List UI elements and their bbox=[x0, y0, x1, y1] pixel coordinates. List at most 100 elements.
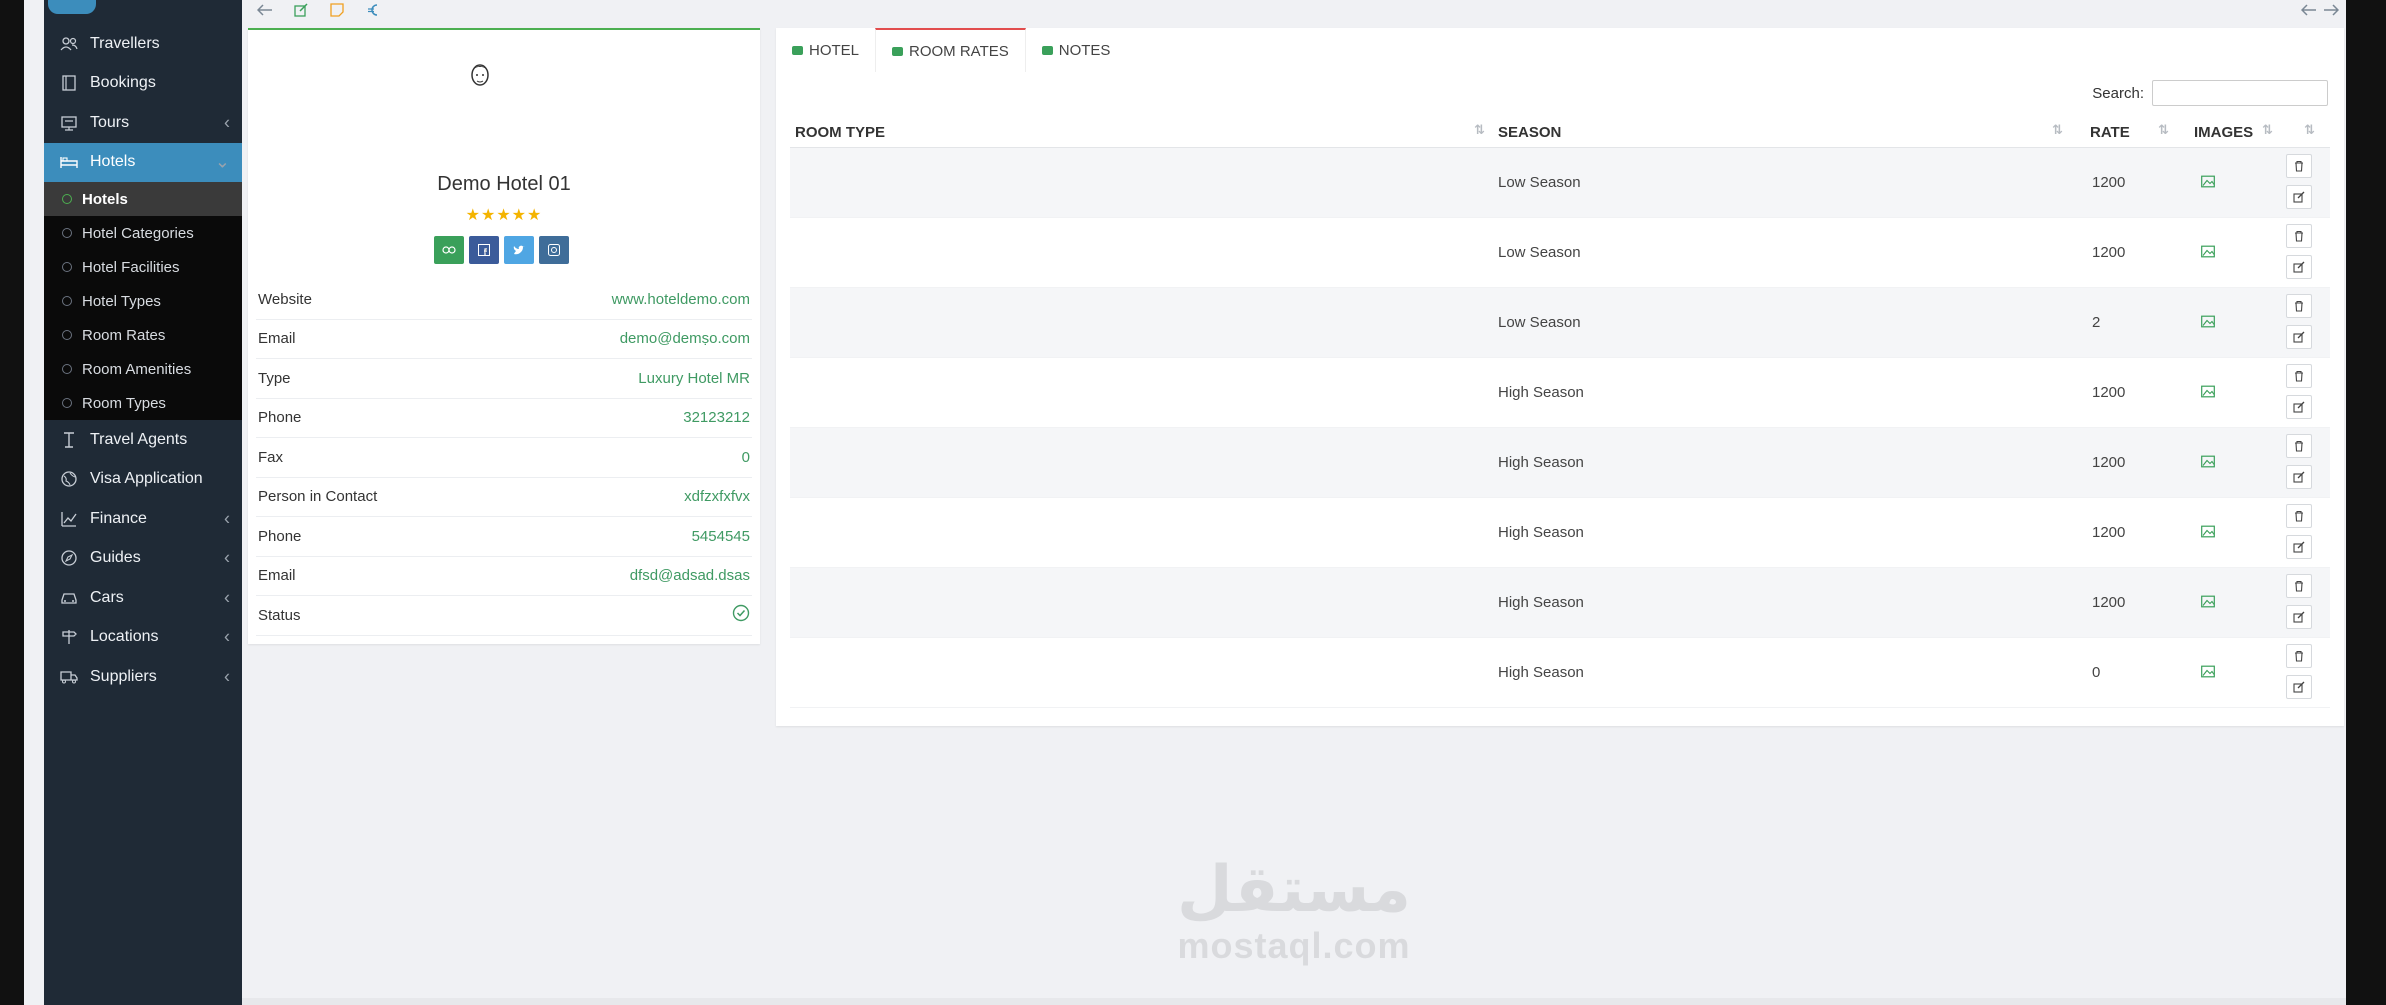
image-icon[interactable] bbox=[2201, 174, 2215, 191]
tripadvisor-icon[interactable] bbox=[434, 236, 464, 264]
sidebar-item-visa-application[interactable]: Visa Application bbox=[44, 460, 242, 500]
submenu-item-label: Hotel Categories bbox=[82, 224, 194, 242]
book-icon bbox=[58, 74, 80, 92]
sort-icon[interactable]: ⇅ bbox=[2262, 122, 2273, 138]
detail-value[interactable]: dfsd@adsad.dsas bbox=[630, 567, 750, 584]
delete-button[interactable] bbox=[2286, 574, 2312, 598]
submenu-item-room-amenities[interactable]: Room Amenities bbox=[44, 352, 242, 386]
tab-notes[interactable]: NOTES bbox=[1026, 28, 1127, 72]
chevron-left-icon: ‹ bbox=[224, 626, 230, 647]
edit-button[interactable] bbox=[2286, 605, 2312, 629]
submenu-item-hotel-categories[interactable]: Hotel Categories bbox=[44, 216, 242, 250]
prev-arrow-icon[interactable] bbox=[2298, 0, 2320, 20]
instagram-icon[interactable] bbox=[539, 236, 569, 264]
table-row: High Season 1200 bbox=[790, 568, 2330, 638]
sidebar-item-locations[interactable]: Locations ‹ bbox=[44, 618, 242, 658]
sort-icon[interactable]: ⇅ bbox=[2158, 122, 2169, 138]
sidebar-item-suppliers[interactable]: Suppliers ‹ bbox=[44, 657, 242, 697]
detail-row: Person in Contact xdfzxfxfvx bbox=[256, 478, 752, 517]
edit-button[interactable] bbox=[2286, 325, 2312, 349]
submenu-item-hotels[interactable]: Hotels bbox=[44, 182, 242, 216]
back-arrow-icon[interactable] bbox=[254, 0, 276, 20]
signpost-icon bbox=[58, 628, 80, 646]
edit-button[interactable] bbox=[2286, 675, 2312, 699]
sidebar-item-bookings[interactable]: Bookings bbox=[44, 64, 242, 104]
euro-icon[interactable] bbox=[362, 0, 384, 20]
detail-value: 32123212 bbox=[683, 409, 750, 427]
submenu-item-label: Room Rates bbox=[82, 326, 166, 344]
hotels-submenu: Hotels Hotel Categories Hotel Facilities Ho… bbox=[44, 182, 242, 420]
sort-icon[interactable]: ⇅ bbox=[2052, 122, 2063, 138]
edit-button[interactable] bbox=[2286, 395, 2312, 419]
detail-key: Fax bbox=[258, 448, 284, 466]
delete-button[interactable] bbox=[2286, 294, 2312, 318]
edit-button[interactable] bbox=[2286, 535, 2312, 559]
submenu-item-hotel-types[interactable]: Hotel Types bbox=[44, 284, 242, 318]
edit-button[interactable] bbox=[2286, 465, 2312, 489]
sidebar-item-travel-agents[interactable]: Travel Agents bbox=[44, 420, 242, 460]
detail-row: Status bbox=[256, 596, 752, 636]
image-icon[interactable] bbox=[2201, 244, 2215, 261]
edit-icon[interactable] bbox=[290, 0, 312, 20]
detail-value[interactable]: www.hoteldemo.com bbox=[612, 291, 750, 308]
delete-button[interactable] bbox=[2286, 154, 2312, 178]
search-label: Search: bbox=[2092, 84, 2144, 102]
note-icon[interactable] bbox=[326, 0, 348, 20]
edit-button[interactable] bbox=[2286, 255, 2312, 279]
next-arrow-icon[interactable] bbox=[2320, 0, 2342, 20]
sidebar-item-label: Cars bbox=[90, 588, 124, 606]
col-rate[interactable]: RATE bbox=[2090, 118, 2130, 147]
twitter-icon[interactable] bbox=[504, 236, 534, 264]
chevron-left-icon: ‹ bbox=[224, 508, 230, 529]
sidebar-item-cars[interactable]: Cars ‹ bbox=[44, 578, 242, 618]
sidebar-item-travellers[interactable]: Travellers bbox=[44, 24, 242, 64]
detail-key: Website bbox=[258, 290, 312, 308]
submenu-item-room-rates[interactable]: Room Rates bbox=[44, 318, 242, 352]
circle-icon bbox=[62, 364, 72, 374]
search-input[interactable] bbox=[2152, 80, 2328, 106]
edit-icon bbox=[2293, 261, 2305, 273]
image-icon[interactable] bbox=[2201, 314, 2215, 331]
truck-icon bbox=[58, 668, 80, 686]
circle-icon bbox=[62, 194, 72, 204]
image-icon[interactable] bbox=[2201, 664, 2215, 681]
cell-season: Low Season bbox=[1498, 314, 1581, 331]
delete-button[interactable] bbox=[2286, 504, 2312, 528]
delete-button[interactable] bbox=[2286, 644, 2312, 668]
sidebar-item-label: Visa Application bbox=[90, 470, 203, 488]
detail-value: 5454545 bbox=[691, 527, 750, 545]
image-icon[interactable] bbox=[2201, 454, 2215, 471]
sidebar-item-guides[interactable]: Guides ‹ bbox=[44, 539, 242, 579]
delete-button[interactable] bbox=[2286, 224, 2312, 248]
room-rates-card: HOTEL ROOM RATES NOTES Search: ROOM TYPE ⇅… bbox=[776, 28, 2344, 726]
sidebar-item-finance[interactable]: Finance ‹ bbox=[44, 499, 242, 539]
col-season[interactable]: SEASON bbox=[1498, 118, 1561, 147]
tab-room-rates[interactable]: ROOM RATES bbox=[875, 28, 1026, 72]
compass-icon bbox=[58, 549, 80, 567]
detail-value[interactable]: demo@demṣo.com bbox=[620, 330, 750, 347]
sidebar-item-tours[interactable]: Tours ‹ bbox=[44, 103, 242, 143]
detail-key: Email bbox=[258, 330, 296, 348]
delete-button[interactable] bbox=[2286, 364, 2312, 388]
map-board-icon bbox=[58, 114, 80, 132]
detail-row: Type Luxury Hotel MR bbox=[256, 359, 752, 399]
sort-icon[interactable]: ⇅ bbox=[2304, 122, 2315, 138]
image-icon[interactable] bbox=[2201, 524, 2215, 541]
sidebar-item-hotels[interactable]: Hotels ⌄ bbox=[44, 142, 242, 182]
image-icon[interactable] bbox=[2201, 384, 2215, 401]
delete-button[interactable] bbox=[2286, 434, 2312, 458]
submenu-item-hotel-facilities[interactable]: Hotel Facilities bbox=[44, 250, 242, 284]
submenu-item-room-types[interactable]: Room Types bbox=[44, 386, 242, 420]
facebook-icon[interactable] bbox=[469, 236, 499, 264]
rates-table: ROOM TYPE ⇅ SEASON ⇅ RATE ⇅ IMAGES ⇅ ⇅ L… bbox=[790, 118, 2330, 708]
logo[interactable] bbox=[48, 0, 96, 14]
trash-icon bbox=[2295, 510, 2303, 522]
sort-icon[interactable]: ⇅ bbox=[1474, 122, 1485, 138]
col-room-type[interactable]: ROOM TYPE bbox=[795, 118, 885, 147]
hotel-avatar bbox=[466, 60, 494, 92]
image-icon[interactable] bbox=[2201, 594, 2215, 611]
tab-hotel[interactable]: HOTEL bbox=[776, 28, 875, 72]
col-images[interactable]: IMAGES bbox=[2194, 118, 2253, 147]
edit-button[interactable] bbox=[2286, 185, 2312, 209]
watermark-arabic: مستقل bbox=[1176, 853, 1412, 927]
